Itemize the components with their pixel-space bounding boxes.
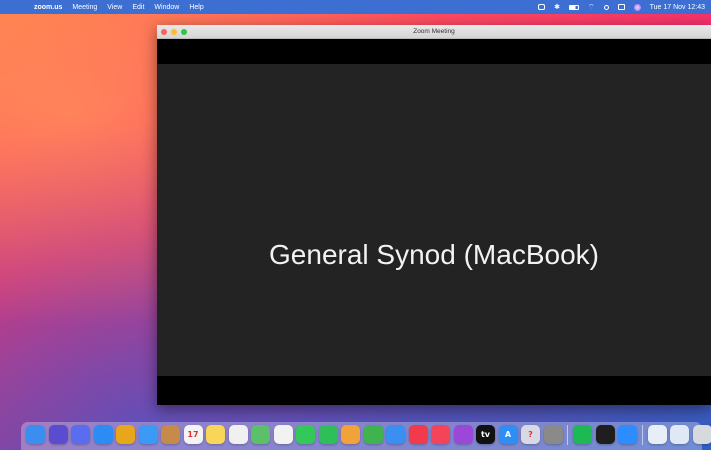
zoom-window-button[interactable] xyxy=(181,29,187,35)
finder-icon[interactable] xyxy=(26,425,45,444)
siri-icon[interactable] xyxy=(48,425,68,444)
safari-icon[interactable] xyxy=(93,425,113,444)
pages-icon[interactable] xyxy=(341,425,360,444)
trash-icon[interactable] xyxy=(692,425,711,444)
launchpad-icon[interactable] xyxy=(71,425,90,444)
mail-icon[interactable] xyxy=(138,425,158,444)
numbers-icon[interactable] xyxy=(363,425,383,444)
menu-item-app[interactable]: zoom.us xyxy=(34,4,62,11)
dock: 17 tv A? xyxy=(21,422,711,450)
participant-name: General Synod (MacBook) xyxy=(269,239,599,270)
siri-menubar-icon[interactable] xyxy=(633,3,641,11)
menu-item-meeting[interactable]: Meeting xyxy=(72,4,97,11)
news-icon[interactable] xyxy=(408,425,428,444)
chrome-icon[interactable] xyxy=(116,425,135,444)
menu-item-window[interactable]: Window xyxy=(154,4,179,11)
downloads-icon[interactable] xyxy=(647,425,667,444)
music-icon[interactable] xyxy=(431,425,450,444)
menubar-status-area: ✱ ⌔ Tue 17 Nov 12:43 xyxy=(538,0,705,14)
maps-icon[interactable] xyxy=(251,425,270,444)
dock-separator xyxy=(567,425,568,445)
facetime-icon[interactable] xyxy=(318,425,338,444)
menu-item-view[interactable]: View xyxy=(107,4,122,11)
notes-icon[interactable] xyxy=(206,425,225,444)
help-icon[interactable]: ? xyxy=(521,425,540,444)
minimize-window-button[interactable] xyxy=(171,29,177,35)
participant-video-tile[interactable]: General Synod (MacBook) xyxy=(157,64,711,376)
appletv-icon[interactable]: tv xyxy=(476,425,495,444)
wifi-icon[interactable]: ⌔ xyxy=(588,4,595,11)
battery-icon[interactable] xyxy=(569,4,580,10)
zoom-status-icon[interactable] xyxy=(538,4,546,10)
menu-item-help[interactable]: Help xyxy=(189,4,203,11)
zoom-meeting-window: Zoom Meeting General Synod (MacBook) xyxy=(157,25,711,405)
zoom-icon[interactable] xyxy=(618,425,637,444)
dock-separator xyxy=(641,425,643,445)
appstore-icon[interactable]: A xyxy=(498,425,518,444)
meeting-top-bar xyxy=(157,39,711,64)
meeting-controls-bar xyxy=(157,376,711,405)
spotify-icon[interactable] xyxy=(573,425,592,444)
traffic-lights xyxy=(161,29,187,35)
menu-bar: zoom.us Meeting View Edit Window Help ✱ … xyxy=(0,0,711,14)
podcasts-icon[interactable] xyxy=(453,425,473,444)
spotlight-search-icon[interactable] xyxy=(603,4,609,10)
system-preferences-icon[interactable] xyxy=(543,425,563,444)
window-title: Zoom Meeting xyxy=(413,28,455,35)
photos-icon[interactable] xyxy=(273,425,293,444)
reminders-icon[interactable] xyxy=(228,425,248,444)
calendar-icon[interactable]: 17 xyxy=(183,425,203,444)
documents-icon[interactable] xyxy=(670,425,689,444)
close-window-button[interactable] xyxy=(161,29,167,35)
menu-item-edit[interactable]: Edit xyxy=(132,4,144,11)
terminal-icon[interactable] xyxy=(595,425,615,444)
bluetooth-icon[interactable]: ✱ xyxy=(554,4,560,11)
messages-icon[interactable] xyxy=(296,425,315,444)
control-center-icon[interactable] xyxy=(617,4,625,10)
window-title-bar[interactable]: Zoom Meeting xyxy=(157,25,711,39)
contacts-icon[interactable] xyxy=(161,425,180,444)
keynote-icon[interactable] xyxy=(386,425,405,444)
menubar-clock[interactable]: Tue 17 Nov 12:43 xyxy=(650,4,705,11)
